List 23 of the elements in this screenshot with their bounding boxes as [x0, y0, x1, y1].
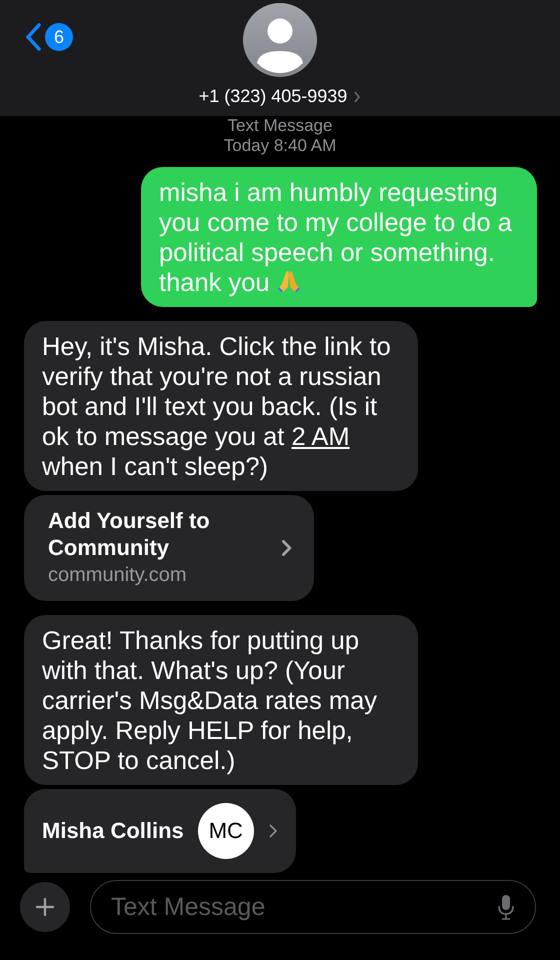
microphone-icon[interactable] — [498, 894, 514, 920]
received-message: Hey, it's Misha. Click the link to verify that you're not a russian bot and I'll text you back. (Is it ok to message you at 2 AM when I can't sleep?) — [24, 321, 418, 491]
timestamp: Today 8:40 AM — [224, 136, 336, 156]
contact-name: Misha Collins — [42, 817, 184, 845]
avatar-icon[interactable] — [243, 3, 317, 77]
add-button[interactable] — [20, 882, 70, 932]
chevron-icon — [280, 537, 292, 559]
contact-number[interactable]: +1 (323) 405-9939 — [198, 86, 348, 107]
contact-card[interactable]: Misha Collins MC — [24, 789, 296, 873]
message-input-field[interactable]: Text Message — [90, 880, 536, 934]
plus-icon — [35, 897, 55, 917]
link-preview-card[interactable]: Add Yourself to Community community.com — [24, 495, 314, 601]
link-title: Add Yourself to Community — [48, 507, 211, 561]
sent-message: misha i am humbly requesting you come to my college to do a political speech or something. thank you — [141, 167, 537, 307]
link-domain: community.com — [48, 563, 188, 588]
time-link[interactable]: 2 AM — [291, 423, 350, 451]
chevron-icon — [268, 823, 278, 839]
unread-badge: 6 — [45, 23, 73, 51]
chevron-icon — [353, 90, 362, 102]
contact-initials-avatar: MC — [198, 803, 254, 859]
received-message: Great! Thanks for putting up with that. What's up? (Your carrier's Msg&Data rates may apply. Reply HELP for help, STOP to cancel.) — [24, 615, 418, 785]
service-label: Text Message — [228, 116, 332, 136]
back-icon[interactable] — [24, 22, 42, 52]
